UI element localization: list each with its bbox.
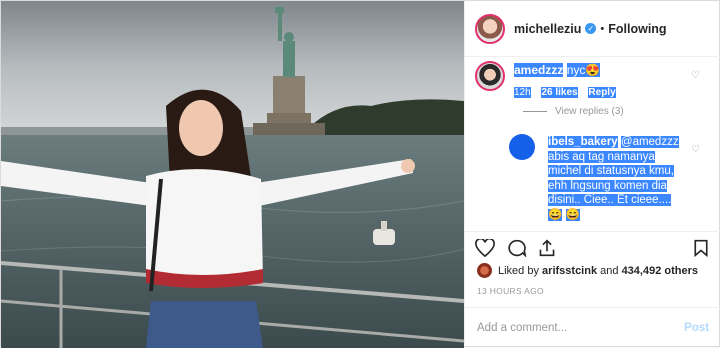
instagram-post: michelleziu ✓ • Following amedzzz nyc😍 ♡… xyxy=(0,0,720,348)
like-comment-heart-icon[interactable]: ♡ xyxy=(691,70,701,81)
post-timestamp[interactable]: 13 HOURS AGO xyxy=(477,286,544,296)
likes-summary: Liked by arifsstcink and 434,492 others xyxy=(477,263,698,278)
statue-of-liberty-photo xyxy=(1,1,464,348)
heart-icon[interactable] xyxy=(475,239,495,257)
comment-mention[interactable]: @amedzzz xyxy=(620,136,679,148)
comment-username[interactable]: ibels_bakery xyxy=(548,136,618,148)
verified-badge-icon: ✓ xyxy=(585,23,597,34)
post-comment-button[interactable]: Post xyxy=(684,322,709,334)
add-comment-bar: Post xyxy=(465,307,720,348)
comment-time: 12h xyxy=(514,87,531,98)
comment-avatar-ibels_bakery[interactable] xyxy=(509,134,535,160)
following-button[interactable]: Following xyxy=(608,22,666,36)
header-separator: • xyxy=(600,22,605,35)
comment-text: abis aq tag namanya michel di statusnya … xyxy=(548,150,674,206)
post-sidebar: michelleziu ✓ • Following amedzzz nyc😍 ♡… xyxy=(464,1,720,348)
share-icon[interactable] xyxy=(538,239,556,257)
comment-likes[interactable]: 26 likes xyxy=(541,87,578,98)
like-comment-heart-icon[interactable]: ♡ xyxy=(691,144,701,155)
likes-prefix: Liked by xyxy=(498,264,539,277)
liker-avatar[interactable] xyxy=(477,263,492,278)
bookmark-icon[interactable] xyxy=(693,239,709,257)
comments-list: amedzzz nyc😍 ♡ 12h 26 likes Reply View r… xyxy=(465,58,720,226)
comment-emoji: 😍 xyxy=(585,63,601,77)
likes-others-link[interactable]: 434,492 others xyxy=(622,265,698,277)
post-actions xyxy=(465,231,720,261)
comment-emoji: 😄 xyxy=(548,208,563,221)
view-replies-link[interactable]: View replies (3) xyxy=(523,106,624,117)
comment-meta: 12h 26 likes Reply xyxy=(514,87,624,98)
comment-icon[interactable] xyxy=(507,239,527,257)
reply-button[interactable]: Reply xyxy=(588,87,616,98)
comment-amedzzz: amedzzz nyc😍 xyxy=(514,62,704,79)
liker-username[interactable]: arifsstcink xyxy=(542,265,597,277)
comment-avatar-amedzzz[interactable] xyxy=(475,61,505,91)
comment-ibels_bakery: ibels_bakery @amedzzz abis aq tag namany… xyxy=(548,135,688,222)
comment-emoji: 😄 xyxy=(565,208,580,221)
likes-conjunction: and xyxy=(600,264,619,277)
comment-text: nyc xyxy=(566,63,586,77)
post-header: michelleziu ✓ • Following xyxy=(465,1,720,57)
post-photo[interactable] xyxy=(1,1,464,348)
author-username[interactable]: michelleziu xyxy=(514,22,581,36)
author-avatar[interactable] xyxy=(475,13,505,44)
comment-username[interactable]: amedzzz xyxy=(514,63,564,77)
comment-input[interactable] xyxy=(477,322,685,334)
